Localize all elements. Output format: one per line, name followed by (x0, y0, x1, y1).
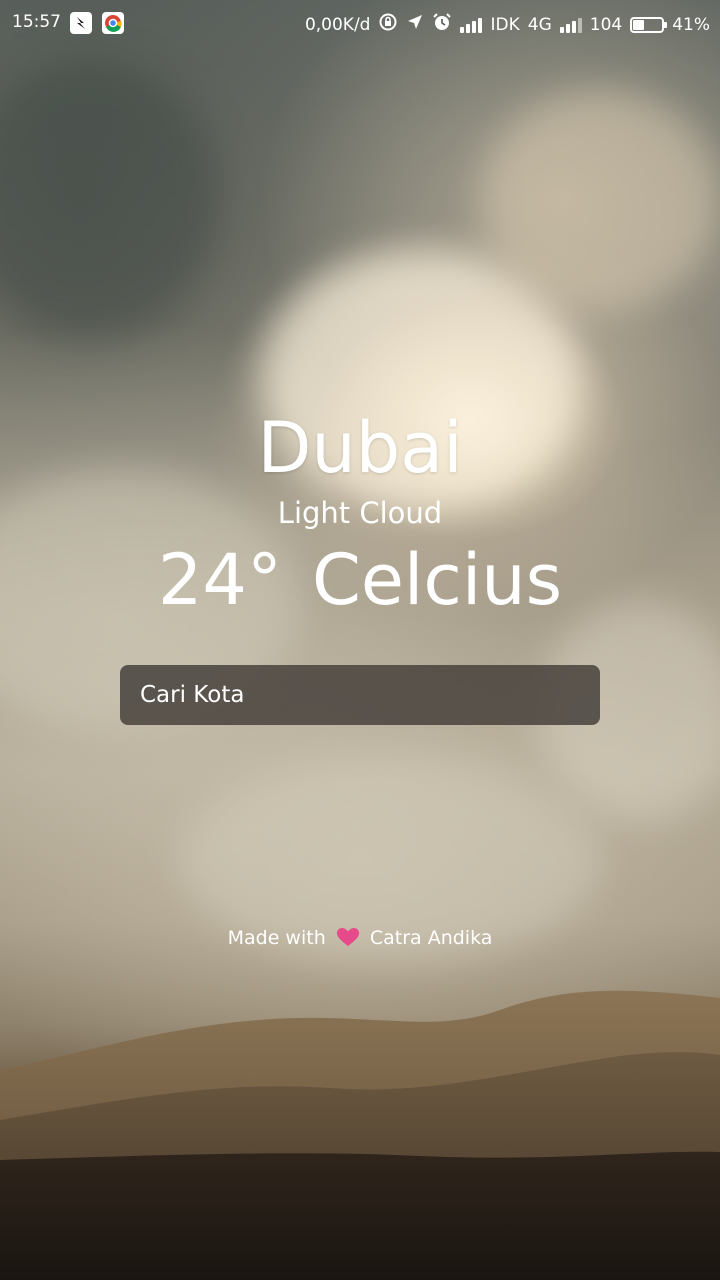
heart-icon (336, 927, 360, 955)
footer-credit: Made with Catra Andika (0, 924, 720, 955)
background-image (0, 0, 720, 1280)
alarm-icon (432, 12, 452, 37)
temperature-value: 24° (157, 539, 282, 621)
city-name: Dubai (257, 407, 463, 489)
rotation-lock-icon (378, 12, 398, 37)
status-time: 15:57 (12, 12, 61, 32)
weather-condition: Light Cloud (277, 496, 443, 530)
network-type: 4G (527, 14, 552, 35)
signal-2-icon (559, 17, 582, 33)
city-search-input[interactable] (120, 665, 600, 725)
temperature-unit: Celcius (311, 539, 563, 621)
notification-app-icon (70, 12, 92, 34)
carrier-1: IDK (490, 14, 520, 35)
temperature-display: 24° Celcius (0, 538, 720, 622)
author-name: Catra Andika (369, 927, 493, 949)
desert-dunes (0, 990, 720, 1280)
made-with-text: Made with (227, 927, 326, 949)
battery-icon (630, 16, 668, 33)
location-icon (406, 13, 424, 36)
status-bar: 15:57 0,00K/d IDK 4G 104 41% (0, 0, 720, 46)
chrome-icon (102, 12, 124, 34)
battery-percent: 41% (672, 14, 710, 35)
signal-1-icon (460, 17, 483, 33)
carrier-2: 104 (589, 14, 623, 35)
net-speed: 0,00K/d (304, 14, 371, 35)
